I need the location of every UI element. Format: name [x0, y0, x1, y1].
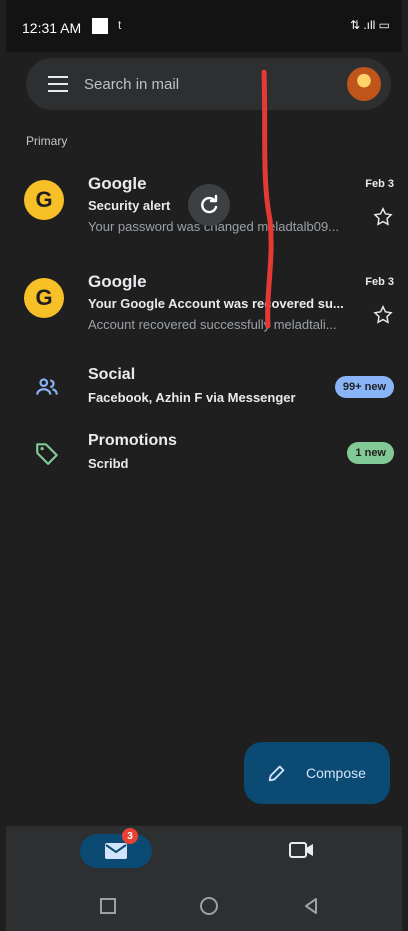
system-navigation-bar	[6, 882, 402, 931]
mail-tab[interactable]: 3	[80, 828, 152, 868]
phone-screen: 12:31 AM t ⇅ .ıll ▭ Search in mail Prima…	[6, 0, 402, 931]
sender-avatar: G	[24, 278, 64, 318]
star-icon[interactable]	[372, 304, 394, 326]
recents-square-icon[interactable]	[98, 896, 118, 916]
back-triangle-icon[interactable]	[301, 896, 321, 916]
account-avatar[interactable]	[347, 67, 381, 101]
tag-icon	[36, 443, 58, 465]
search-placeholder[interactable]: Search in mail	[84, 76, 179, 93]
email-snippet: Your password was changed meladtalb09...	[88, 219, 340, 234]
section-primary-label: Primary	[26, 134, 68, 148]
new-count-badge: 99+ new	[334, 376, 394, 398]
email-date: Feb 3	[365, 276, 394, 288]
mail-icon	[105, 843, 127, 859]
people-icon	[36, 378, 58, 395]
pencil-icon	[268, 765, 285, 782]
menu-icon[interactable]	[48, 76, 68, 92]
status-right-icons: ⇅ .ıll ▭	[349, 18, 390, 32]
status-mini-glyph: t	[118, 18, 122, 32]
category-title: Social	[88, 366, 136, 383]
email-subject: Your Google Account was recovered su...	[88, 296, 344, 311]
bottom-navigation: 3	[6, 826, 402, 882]
refresh-spinner-icon	[188, 184, 230, 226]
compose-button[interactable]: Compose	[244, 742, 390, 804]
star-icon[interactable]	[372, 206, 394, 228]
new-count-badge: 1 new	[347, 442, 394, 464]
unread-badge: 3	[122, 828, 138, 844]
home-circle-icon[interactable]	[199, 896, 219, 916]
compose-label: Compose	[306, 765, 366, 781]
category-subtitle: Facebook, Azhin F via Messenger	[88, 390, 296, 405]
email-sender: Google	[88, 174, 147, 193]
sender-avatar: G	[24, 180, 64, 220]
category-subtitle: Scribd	[88, 456, 129, 471]
email-date: Feb 3	[365, 178, 394, 190]
video-camera-icon[interactable]	[288, 838, 316, 862]
status-bar: 12:31 AM t ⇅ .ıll ▭	[6, 0, 402, 52]
status-time: 12:31 AM	[22, 20, 82, 36]
category-title: Promotions	[88, 432, 177, 449]
email-snippet: Account recovered successfully meladtali…	[88, 317, 337, 332]
category-social[interactable]: Social Facebook, Azhin F via Messenger 9…	[6, 364, 402, 420]
email-row[interactable]: G Google Your Google Account was recover…	[6, 270, 402, 356]
category-promotions[interactable]: Promotions Scribd 1 new	[6, 430, 402, 486]
email-sender: Google	[88, 272, 147, 291]
search-bar[interactable]: Search in mail	[26, 58, 391, 110]
red-annotation-scribble	[261, 70, 274, 329]
notification-square-icon	[92, 18, 108, 34]
